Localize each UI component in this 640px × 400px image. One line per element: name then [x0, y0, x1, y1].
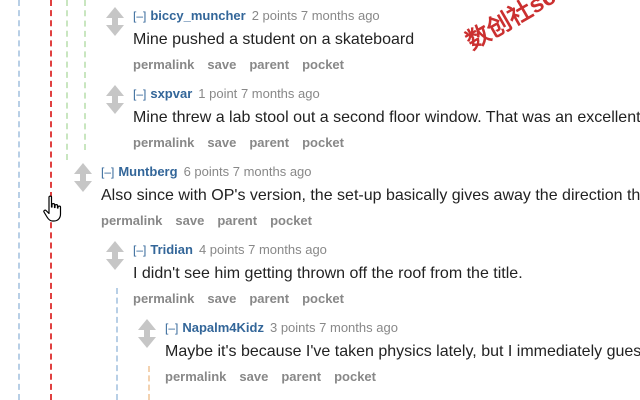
- pocket-button[interactable]: pocket: [270, 213, 312, 228]
- comment-actions: permalink save parent pocket: [133, 135, 640, 150]
- thread-guide-line: [66, 0, 68, 160]
- comment-text: Mine pushed a student on a skateboard: [133, 31, 415, 48]
- comment-timestamp: 7 months ago: [240, 86, 320, 101]
- comment-score: 2 points: [251, 8, 298, 23]
- author-link[interactable]: Tridian: [150, 242, 193, 257]
- comment-timestamp: 7 months ago: [232, 164, 312, 179]
- comment-text: Also since with OP's version, the set-up…: [101, 187, 640, 204]
- save-button[interactable]: save: [239, 369, 268, 384]
- thread-guide-line: [148, 366, 150, 400]
- upvote-arrow-icon[interactable]: [106, 241, 124, 257]
- permalink-button[interactable]: permalink: [133, 57, 194, 72]
- hand-pointer-cursor-icon: [43, 195, 62, 222]
- downvote-arrow-icon[interactable]: [74, 176, 92, 192]
- comment-tagline: [–] sxpvar 1 point 7 months ago: [133, 85, 640, 103]
- thread-guide-line: [18, 0, 20, 400]
- thread-guide-line: [116, 288, 118, 400]
- author-link[interactable]: Muntberg: [118, 164, 177, 179]
- comment-timestamp: 7 months ago: [300, 8, 380, 23]
- comment-actions: permalink save parent pocket: [133, 291, 523, 306]
- save-button[interactable]: save: [207, 291, 236, 306]
- comment-actions: permalink save parent pocket: [165, 369, 640, 384]
- parent-button[interactable]: parent: [249, 57, 289, 72]
- upvote-arrow-icon[interactable]: [74, 163, 92, 179]
- collapse-toggle[interactable]: [–]: [133, 87, 146, 101]
- comment-tagline: [–] Napalm4Kidz 3 points 7 months ago: [165, 319, 640, 337]
- upvote-arrow-icon[interactable]: [106, 85, 124, 101]
- comment-thread-page: [–] biccy_muncher 2 points 7 months ago Mi…: [0, 0, 640, 400]
- parent-button[interactable]: parent: [281, 369, 321, 384]
- upvote-arrow-icon[interactable]: [106, 7, 124, 23]
- permalink-button[interactable]: permalink: [133, 135, 194, 150]
- thread-guide-line: [84, 0, 86, 150]
- comment-body: [–] Tridian 4 points 7 months ago I didn't…: [133, 241, 523, 306]
- author-link[interactable]: Napalm4Kidz: [182, 320, 264, 335]
- vote-column: [105, 241, 127, 270]
- vote-column: [73, 163, 95, 192]
- comment-tagline: [–] Tridian 4 points 7 months ago: [133, 241, 523, 259]
- downvote-arrow-icon[interactable]: [138, 332, 156, 348]
- comment-actions: permalink save parent pocket: [101, 213, 640, 228]
- collapse-toggle[interactable]: [–]: [165, 321, 178, 335]
- comment-score: 1 point: [198, 86, 238, 101]
- comment-score: 6 points: [183, 164, 230, 179]
- vote-column: [137, 319, 159, 348]
- collapse-toggle[interactable]: [–]: [133, 9, 146, 23]
- downvote-arrow-icon[interactable]: [106, 20, 124, 36]
- comment-body: [–] Muntberg 6 points 7 months ago Also si…: [101, 163, 640, 228]
- comment-body: [–] biccy_muncher 2 points 7 months ago Mi…: [133, 7, 414, 72]
- upvote-arrow-icon[interactable]: [138, 319, 156, 335]
- comment-tagline: [–] Muntberg 6 points 7 months ago: [101, 163, 640, 181]
- comment-actions: permalink save parent pocket: [133, 57, 414, 72]
- comment-tagline: [–] biccy_muncher 2 points 7 months ago: [133, 7, 414, 25]
- pocket-button[interactable]: pocket: [302, 291, 344, 306]
- downvote-arrow-icon[interactable]: [106, 254, 124, 270]
- collapse-toggle[interactable]: [–]: [101, 165, 114, 179]
- comment-body: [–] Napalm4Kidz 3 points 7 months ago Mayb…: [165, 319, 640, 384]
- permalink-button[interactable]: permalink: [133, 291, 194, 306]
- comment-timestamp: 7 months ago: [248, 242, 327, 257]
- permalink-button[interactable]: permalink: [165, 369, 226, 384]
- author-link[interactable]: sxpvar: [150, 86, 192, 101]
- permalink-button[interactable]: permalink: [101, 213, 162, 228]
- pocket-button[interactable]: pocket: [302, 135, 344, 150]
- comment-text: Mine threw a lab stool out a second floo…: [133, 109, 640, 126]
- pocket-button[interactable]: pocket: [334, 369, 376, 384]
- save-button[interactable]: save: [207, 57, 236, 72]
- downvote-arrow-icon[interactable]: [106, 98, 124, 114]
- comment-timestamp: 7 months ago: [319, 320, 398, 335]
- save-button[interactable]: save: [207, 135, 236, 150]
- comment-score: 4 points: [198, 242, 245, 257]
- collapse-toggle[interactable]: [–]: [133, 243, 146, 257]
- comment-text: I didn't see him getting thrown off the …: [133, 265, 523, 282]
- pocket-button[interactable]: pocket: [302, 57, 344, 72]
- parent-button[interactable]: parent: [249, 291, 289, 306]
- comment-score: 3 points: [269, 320, 316, 335]
- author-link[interactable]: biccy_muncher: [150, 8, 245, 23]
- parent-button[interactable]: parent: [249, 135, 289, 150]
- comment-text: Maybe it's because I've taken physics la…: [165, 343, 640, 360]
- comment-body: [–] sxpvar 1 point 7 months ago Mine threw…: [133, 85, 640, 150]
- save-button[interactable]: save: [175, 213, 204, 228]
- parent-button[interactable]: parent: [217, 213, 257, 228]
- vote-column: [105, 7, 127, 36]
- watermark-text: 数创社scs66: [461, 0, 596, 56]
- vote-column: [105, 85, 127, 114]
